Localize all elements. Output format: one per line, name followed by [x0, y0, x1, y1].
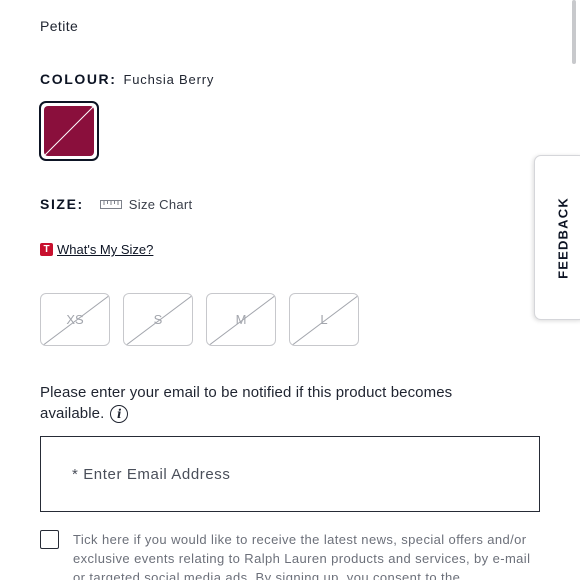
feedback-tab[interactable]: FEEDBACK	[534, 155, 580, 320]
colour-value: Fuchsia Berry	[123, 72, 215, 87]
notify-message: Please enter your email to be notified i…	[40, 384, 453, 422]
size-option-s[interactable]: S	[123, 293, 193, 346]
t-badge-icon: T	[40, 243, 53, 256]
size-option-label: L	[320, 312, 328, 327]
email-field[interactable]	[72, 465, 539, 483]
whats-my-size-row: T What's My Size?	[40, 242, 153, 257]
marketing-consent-checkbox[interactable]	[40, 530, 59, 549]
notify-message-block: Please enter your email to be notified i…	[40, 382, 520, 424]
whats-my-size-link[interactable]: What's My Size?	[57, 242, 153, 257]
feedback-label: FEEDBACK	[555, 197, 571, 279]
swatch-fill	[44, 106, 94, 156]
size-option-m[interactable]: M	[206, 293, 276, 346]
info-icon[interactable]: i	[110, 405, 129, 424]
colour-row: COLOUR: Fuchsia Berry	[40, 71, 214, 87]
scrollbar-thumb[interactable]	[572, 0, 576, 64]
size-option-label: S	[153, 312, 163, 327]
consent-text: Tick here if you would like to receive t…	[73, 532, 531, 580]
size-row: SIZE: Size Chart	[40, 196, 192, 212]
colour-heading: COLOUR:	[40, 71, 117, 87]
size-chart-link[interactable]: Size Chart	[99, 196, 193, 212]
ruler-icon	[99, 199, 122, 209]
email-field-wrapper	[40, 436, 540, 512]
fit-label: Petite	[40, 18, 79, 34]
size-option-l[interactable]: L	[289, 293, 359, 346]
colour-swatch-fuchsia-berry[interactable]	[39, 101, 99, 161]
swatch-strike-icon	[44, 106, 94, 156]
size-option-label: XS	[66, 312, 84, 327]
size-heading: SIZE:	[40, 196, 84, 212]
size-option-xs[interactable]: XS	[40, 293, 110, 346]
size-option-label: M	[235, 312, 247, 327]
size-chart-label: Size Chart	[128, 196, 193, 212]
